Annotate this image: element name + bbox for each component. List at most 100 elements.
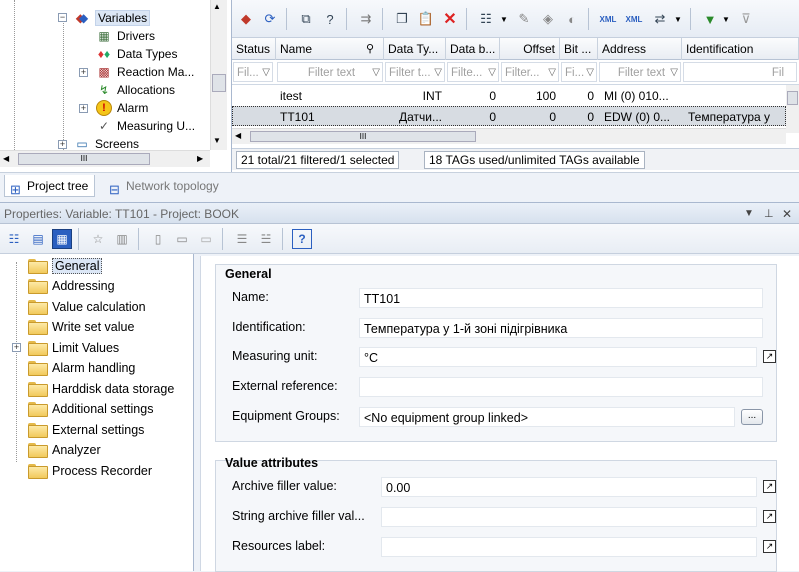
chevron-down-icon[interactable]: ▼ [494, 9, 514, 29]
property-list-icon[interactable]: ▥ [112, 229, 132, 249]
filter-data-block[interactable]: Filte... ▽ [447, 62, 499, 82]
paste-icon[interactable]: 📋 [416, 9, 436, 29]
category-analyzer[interactable]: Analyzer [28, 440, 101, 459]
measuring-unit-field[interactable]: °C [359, 347, 757, 367]
external-reference-field[interactable] [359, 377, 763, 397]
category-additional-settings[interactable]: Additional settings [28, 399, 153, 418]
textbox-icon[interactable]: ▭ [172, 229, 192, 249]
filter-bit[interactable]: Fi... ▽ [561, 62, 597, 82]
field-icon[interactable]: ▭ [196, 229, 216, 249]
filter-data-type[interactable]: Filter t... ▽ [385, 62, 445, 82]
table-row[interactable]: itest INT 0 100 0 MI (0) 010... [232, 86, 786, 106]
scroll-thumb[interactable]: III [18, 153, 150, 165]
list-view-icon[interactable]: ▤ [28, 229, 48, 249]
expand-icon[interactable]: + [58, 140, 67, 149]
help-icon[interactable]: ? [292, 229, 312, 249]
column-data-type[interactable]: Data Ty... [384, 38, 446, 60]
name-field[interactable]: TT101 [359, 288, 763, 308]
filter-icon[interactable]: ▽ [262, 63, 270, 81]
column-address[interactable]: Address [598, 38, 682, 60]
column-bit[interactable]: Bit ... [560, 38, 598, 60]
identification-field[interactable]: Температура у 1-й зоні підігрівника [359, 318, 763, 338]
filter-identification[interactable]: Fil [683, 62, 797, 82]
grid-horizontal-scrollbar[interactable]: ◀ III [232, 128, 786, 144]
string-filler-field[interactable] [381, 507, 757, 527]
scroll-up-icon[interactable]: ▲ [213, 2, 221, 11]
tree-item-variables[interactable]: ◆ ◆ Variables [74, 9, 151, 27]
help-properties-icon[interactable]: ? [320, 9, 340, 29]
tree-horizontal-scrollbar[interactable]: ◀ III ▶ [0, 150, 210, 167]
link-picker-icon[interactable]: ↗ [763, 480, 776, 493]
panel-menu-icon[interactable]: ▼ [744, 203, 754, 225]
column-status[interactable]: Status [232, 38, 276, 60]
edit-variable-icon[interactable]: ⟳ [260, 9, 280, 29]
category-alarm-handling[interactable]: Alarm handling [28, 358, 135, 377]
link-picker-icon[interactable]: ↗ [763, 350, 776, 363]
tree-item-allocations[interactable]: ↯ Allocations [96, 81, 175, 99]
filter-icon[interactable]: ▽ [586, 63, 594, 81]
filter-status[interactable]: Fil... ▽ [233, 62, 273, 82]
category-general[interactable]: General [28, 256, 103, 275]
copy-icon[interactable]: ❐ [392, 9, 412, 29]
align-icon[interactable]: ▯ [148, 229, 168, 249]
delete-icon[interactable]: ✕ [440, 9, 460, 29]
clear-filter-icon[interactable]: ⊽ [736, 9, 756, 29]
category-limit-values[interactable]: Limit Values [28, 338, 119, 357]
expand-all-icon[interactable]: ☰ [232, 229, 252, 249]
category-process-recorder[interactable]: Process Recorder [28, 461, 152, 480]
column-offset[interactable]: Offset [500, 38, 560, 60]
filter-name[interactable]: Filter text ▽ [277, 62, 383, 82]
filter-icon[interactable]: ▽ [434, 63, 442, 81]
replace-icon[interactable]: ⇉ [356, 9, 376, 29]
filter-icon[interactable]: ▽ [670, 63, 678, 81]
expand-icon[interactable]: + [79, 68, 88, 77]
expand-icon[interactable]: + [79, 104, 88, 113]
link-picker-icon[interactable]: ↗ [763, 510, 776, 523]
resources-field[interactable] [381, 537, 757, 557]
collapse-all-icon[interactable]: ☱ [256, 229, 276, 249]
category-external-settings[interactable]: External settings [28, 420, 144, 439]
filter-offset[interactable]: Filter... ▽ [501, 62, 559, 82]
column-data-block[interactable]: Data b... [446, 38, 500, 60]
tree-item-alarm[interactable]: ! Alarm [96, 99, 148, 117]
favorites-icon[interactable]: ☆ [88, 229, 108, 249]
category-addressing[interactable]: Addressing [28, 276, 115, 295]
scroll-left-icon[interactable]: ◀ [3, 154, 9, 163]
category-harddisk-data-storage[interactable]: Harddisk data storage [28, 379, 174, 398]
archive-filler-field[interactable]: 0.00 [381, 477, 757, 497]
filter-icon[interactable]: ▽ [548, 63, 556, 81]
grouped-view-icon[interactable]: ☷ [4, 229, 24, 249]
chevron-down-icon[interactable]: ▼ [668, 9, 688, 29]
close-icon[interactable]: ✕ [782, 203, 792, 225]
filter-address[interactable]: Filter text ▽ [599, 62, 681, 82]
link-picker-icon[interactable]: ↗ [763, 540, 776, 553]
unlink-icon[interactable]: ◈ [538, 9, 558, 29]
scroll-thumb[interactable]: III [250, 131, 476, 142]
binoculars-icon[interactable]: ⚲ [366, 42, 374, 55]
tree-item-reaction-matrix[interactable]: ▩ Reaction Ma... [96, 63, 194, 81]
new-variable-icon[interactable]: ◆ [236, 9, 256, 29]
tree-vertical-scrollbar[interactable]: ▲ ▼ [210, 0, 227, 150]
xml-import-icon[interactable]: XML [624, 9, 644, 29]
equipment-groups-field[interactable]: <No equipment group linked> [359, 407, 735, 427]
collapse-icon[interactable]: − [58, 13, 67, 22]
category-value-calculation[interactable]: Value calculation [28, 297, 146, 316]
xml-export-icon[interactable]: XML [598, 9, 618, 29]
scroll-thumb[interactable] [787, 91, 798, 105]
all-properties-icon[interactable]: ▦ [52, 229, 72, 249]
category-write-set-value[interactable]: Write set value [28, 317, 134, 336]
scroll-down-icon[interactable]: ▼ [213, 136, 221, 145]
filter-icon[interactable]: ▽ [488, 63, 496, 81]
browse-button[interactable]: ... [741, 409, 763, 425]
grid-vertical-scrollbar[interactable] [786, 85, 799, 133]
chevron-down-icon[interactable]: ▼ [716, 9, 736, 29]
tree-item-measuring-units[interactable]: ✓ Measuring U... [96, 117, 195, 135]
link-icon[interactable]: ✎ [514, 9, 534, 29]
scroll-left-icon[interactable]: ◀ [235, 131, 241, 140]
expand-icon[interactable]: + [12, 343, 21, 352]
tree-item-data-types[interactable]: ♦ ♦ Data Types [96, 45, 178, 63]
tag-icon[interactable]: ◐ [562, 9, 582, 29]
scroll-thumb[interactable] [212, 74, 226, 92]
columns-icon[interactable]: ☷ [476, 9, 496, 29]
copy-properties-icon[interactable]: ⧉ [296, 9, 316, 29]
